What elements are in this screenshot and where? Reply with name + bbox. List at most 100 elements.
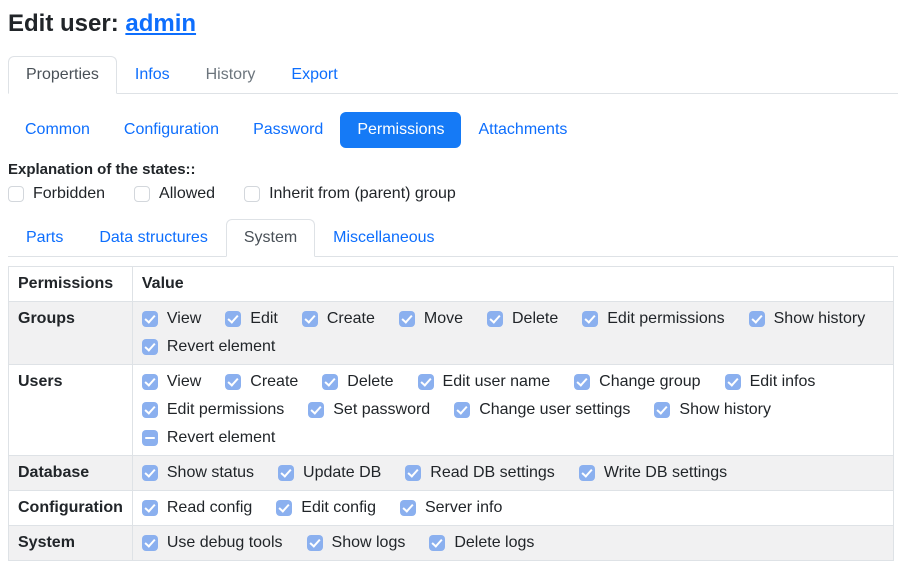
checked-checkbox-icon[interactable] bbox=[308, 402, 324, 418]
permissions-table-head: Permissions Value bbox=[9, 267, 894, 302]
checkbox-label: Edit permissions bbox=[607, 310, 724, 328]
tab-password[interactable]: Password bbox=[236, 112, 340, 148]
tab-item: History bbox=[188, 56, 274, 93]
checked-checkbox-icon[interactable] bbox=[225, 374, 241, 390]
checked-checkbox-icon[interactable] bbox=[322, 374, 338, 390]
checked-checkbox-icon[interactable] bbox=[405, 465, 421, 481]
checkbox-label: Edit permissions bbox=[167, 401, 284, 419]
unchecked-checkbox-icon[interactable] bbox=[134, 186, 150, 202]
tab-export[interactable]: Export bbox=[273, 56, 355, 94]
checked-checkbox-icon[interactable] bbox=[142, 500, 158, 516]
checkbox-label: Server info bbox=[425, 499, 502, 517]
checked-checkbox-icon[interactable] bbox=[225, 311, 241, 327]
tab-item: Infos bbox=[117, 56, 188, 93]
checkbox-label: Delete bbox=[512, 310, 558, 328]
tab-item: Permissions bbox=[340, 112, 461, 148]
tab-miscellaneous[interactable]: Miscellaneous bbox=[315, 219, 452, 257]
checked-checkbox-icon[interactable] bbox=[399, 311, 415, 327]
checked-checkbox-icon[interactable] bbox=[749, 311, 765, 327]
page-title-text: Edit user: bbox=[8, 10, 125, 37]
permission-item-inherit-from-parent-group: Inherit from (parent) group bbox=[244, 185, 456, 203]
table-header-row: Permissions Value bbox=[9, 267, 894, 302]
checked-checkbox-icon[interactable] bbox=[574, 374, 590, 390]
checked-checkbox-icon[interactable] bbox=[400, 500, 416, 516]
permission-group-name: System bbox=[9, 526, 133, 561]
checked-checkbox-icon[interactable] bbox=[579, 465, 595, 481]
table-row-database: DatabaseShow statusUpdate DBRead DB sett… bbox=[9, 456, 894, 491]
checked-checkbox-icon[interactable] bbox=[454, 402, 470, 418]
permission-values-list: ViewCreateDeleteEdit user nameChange gro… bbox=[142, 373, 884, 447]
inner-tab-bar: PartsData structuresSystemMiscellaneous bbox=[8, 219, 898, 257]
table-row-configuration: Configuration Read config Edit config Serve… bbox=[9, 491, 894, 526]
checkbox-label: Edit bbox=[250, 310, 278, 328]
page-title: Edit user: admin bbox=[8, 10, 898, 38]
unchecked-checkbox-icon[interactable] bbox=[244, 186, 260, 202]
edit-user-link[interactable]: admin bbox=[125, 10, 196, 37]
checkbox-label: Use debug tools bbox=[167, 534, 283, 552]
checkbox-label: Set password bbox=[333, 401, 430, 419]
checkbox-label: Inherit from (parent) group bbox=[269, 185, 456, 203]
checked-checkbox-icon[interactable] bbox=[725, 374, 741, 390]
checked-checkbox-icon[interactable] bbox=[429, 535, 445, 551]
permission-item-delete-logs: Delete logs bbox=[429, 534, 534, 552]
tab-parts[interactable]: Parts bbox=[8, 219, 81, 257]
tab-item: Attachments bbox=[461, 112, 584, 148]
tab-item: Password bbox=[236, 112, 340, 148]
tab-item: Common bbox=[8, 112, 107, 148]
permission-group-name: Configuration bbox=[9, 491, 133, 526]
permission-item-view: View bbox=[142, 373, 201, 391]
checkbox-label: Show history bbox=[774, 310, 866, 328]
checked-checkbox-icon[interactable] bbox=[142, 402, 158, 418]
checkbox-label: Edit config bbox=[301, 499, 376, 517]
table-row-groups: GroupsViewEditCreateMoveDeleteEdit permi… bbox=[9, 302, 894, 365]
permission-values-cell: ViewEditCreateMoveDeleteEdit permissions… bbox=[132, 302, 893, 365]
permission-values-list: Read config Edit config Server info bbox=[142, 499, 884, 517]
tab-common[interactable]: Common bbox=[8, 112, 107, 148]
checkbox-label: Show status bbox=[167, 464, 254, 482]
permission-values-cell: ViewCreateDeleteEdit user nameChange gro… bbox=[132, 365, 893, 456]
permission-item-server-info: Server info bbox=[400, 499, 502, 517]
checked-checkbox-icon[interactable] bbox=[142, 339, 158, 355]
permission-item-show-history: Show history bbox=[749, 310, 866, 328]
tab-configuration[interactable]: Configuration bbox=[107, 112, 236, 148]
permission-item-use-debug-tools: Use debug tools bbox=[142, 534, 283, 552]
tab-attachments[interactable]: Attachments bbox=[461, 112, 584, 148]
checkbox-label: Read DB settings bbox=[430, 464, 555, 482]
checked-checkbox-icon[interactable] bbox=[142, 311, 158, 327]
permission-item-update-db: Update DB bbox=[278, 464, 381, 482]
permission-item-delete: Delete bbox=[322, 373, 393, 391]
checkbox-label: Read config bbox=[167, 499, 252, 517]
checkbox-label: Change user settings bbox=[479, 401, 630, 419]
tab-properties[interactable]: Properties bbox=[8, 56, 117, 94]
checked-checkbox-icon[interactable] bbox=[276, 500, 292, 516]
checked-checkbox-icon[interactable] bbox=[487, 311, 503, 327]
permission-values-list: Use debug toolsShow logsDelete logs bbox=[142, 534, 884, 552]
checked-checkbox-icon[interactable] bbox=[142, 465, 158, 481]
table-row-system: System Use debug toolsShow logsDelete log… bbox=[9, 526, 894, 561]
permission-item-show-status: Show status bbox=[142, 464, 254, 482]
checked-checkbox-icon[interactable] bbox=[302, 311, 318, 327]
tab-item: Export bbox=[273, 56, 355, 93]
checked-checkbox-icon[interactable] bbox=[278, 465, 294, 481]
checked-checkbox-icon[interactable] bbox=[142, 374, 158, 390]
permission-item-delete: Delete bbox=[487, 310, 558, 328]
tab-infos[interactable]: Infos bbox=[117, 56, 188, 94]
permission-item-read-db-settings: Read DB settings bbox=[405, 464, 555, 482]
permission-item-set-password: Set password bbox=[308, 401, 430, 419]
checked-checkbox-icon[interactable] bbox=[418, 374, 434, 390]
tab-permissions[interactable]: Permissions bbox=[340, 112, 461, 148]
permission-item-read-config: Read config bbox=[142, 499, 252, 517]
tab-data-structures[interactable]: Data structures bbox=[81, 219, 225, 257]
unchecked-checkbox-icon[interactable] bbox=[8, 186, 24, 202]
tab-history: History bbox=[188, 56, 274, 94]
checked-checkbox-icon[interactable] bbox=[307, 535, 323, 551]
permission-item-revert-element: Revert element bbox=[142, 338, 276, 356]
checked-checkbox-icon[interactable] bbox=[654, 402, 670, 418]
tab-item: System bbox=[226, 219, 315, 256]
tab-system[interactable]: System bbox=[226, 219, 315, 257]
checked-checkbox-icon[interactable] bbox=[142, 535, 158, 551]
indeterminate-checkbox-icon[interactable] bbox=[142, 430, 158, 446]
column-header-permissions: Permissions bbox=[9, 267, 133, 302]
checked-checkbox-icon[interactable] bbox=[582, 311, 598, 327]
permission-item-revert-element: Revert element bbox=[142, 429, 276, 447]
